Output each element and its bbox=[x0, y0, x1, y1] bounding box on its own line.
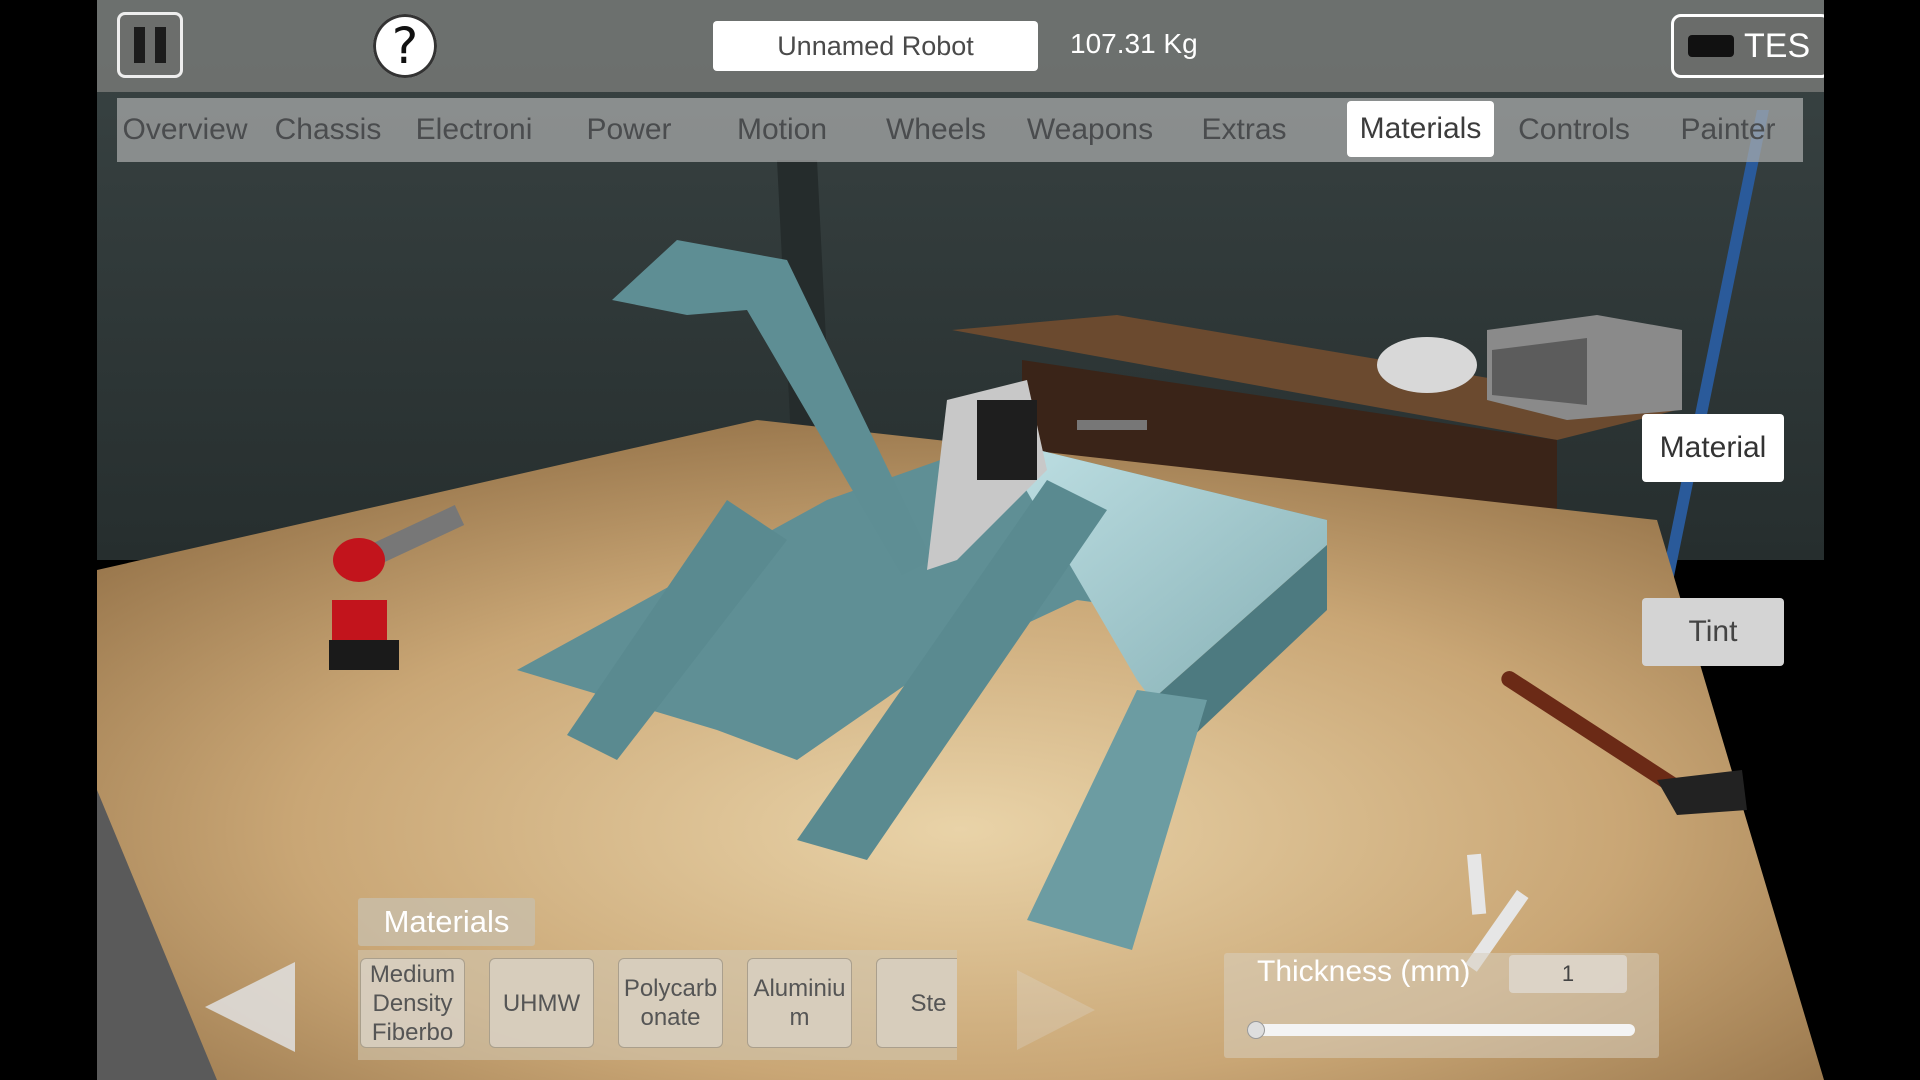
material-item-aluminium[interactable]: Aluminiu m bbox=[747, 958, 852, 1048]
materials-list[interactable]: Medium Density Fiberbo UHMW Polycarb ona… bbox=[358, 950, 957, 1060]
material-item-steel[interactable]: Ste bbox=[876, 958, 957, 1048]
pause-button[interactable] bbox=[117, 12, 183, 78]
robot-weight: 107.31 Kg bbox=[1070, 28, 1198, 59]
material-item-polycarbonate[interactable]: Polycarb onate bbox=[618, 958, 723, 1048]
materials-panel-title: Materials bbox=[358, 898, 535, 946]
scroll-right-arrow-icon[interactable] bbox=[1017, 970, 1095, 1050]
game-viewport[interactable]: ? Unnamed Robot 107.31 Kg TES Overview C… bbox=[97, 0, 1824, 1080]
help-button[interactable]: ? bbox=[373, 14, 437, 78]
thickness-label: Thickness (mm) bbox=[1257, 955, 1471, 988]
tab-wheels[interactable]: Wheels bbox=[861, 98, 1011, 162]
material-button[interactable]: Material bbox=[1642, 414, 1784, 482]
tab-controls[interactable]: Controls bbox=[1499, 98, 1649, 162]
toaster bbox=[1377, 337, 1477, 393]
tab-chassis[interactable]: Chassis bbox=[253, 98, 403, 162]
tab-extras[interactable]: Extras bbox=[1169, 98, 1319, 162]
drawer-handle bbox=[1077, 420, 1147, 430]
thickness-input[interactable]: 1 bbox=[1509, 955, 1627, 993]
tab-power[interactable]: Power bbox=[554, 98, 704, 162]
material-item-uhmw[interactable]: UHMW bbox=[489, 958, 594, 1048]
robot-name-field[interactable]: Unnamed Robot bbox=[713, 21, 1038, 71]
thickness-slider-handle[interactable] bbox=[1247, 1021, 1265, 1039]
tab-painter[interactable]: Painter bbox=[1653, 98, 1803, 162]
tab-motion[interactable]: Motion bbox=[707, 98, 857, 162]
thickness-slider-track[interactable] bbox=[1247, 1024, 1635, 1036]
test-button-label: TES bbox=[1744, 26, 1811, 65]
test-button[interactable]: TES bbox=[1671, 14, 1824, 78]
tab-bar: Overview Chassis Electroni Power Motion … bbox=[117, 98, 1803, 162]
gamepad-icon bbox=[1688, 35, 1734, 57]
tab-materials[interactable]: Materials bbox=[1347, 101, 1494, 157]
tab-electronics[interactable]: Electroni bbox=[399, 98, 549, 162]
tint-button[interactable]: Tint bbox=[1642, 598, 1784, 666]
material-item-mdf[interactable]: Medium Density Fiberbo bbox=[360, 958, 465, 1048]
workshop-scene[interactable] bbox=[97, 0, 1824, 1080]
pause-icon bbox=[134, 27, 145, 63]
top-bar: ? Unnamed Robot 107.31 Kg TES bbox=[97, 0, 1824, 92]
tab-weapons[interactable]: Weapons bbox=[1015, 98, 1165, 162]
tab-overview[interactable]: Overview bbox=[121, 98, 249, 162]
scroll-left-arrow-icon[interactable] bbox=[205, 962, 295, 1052]
